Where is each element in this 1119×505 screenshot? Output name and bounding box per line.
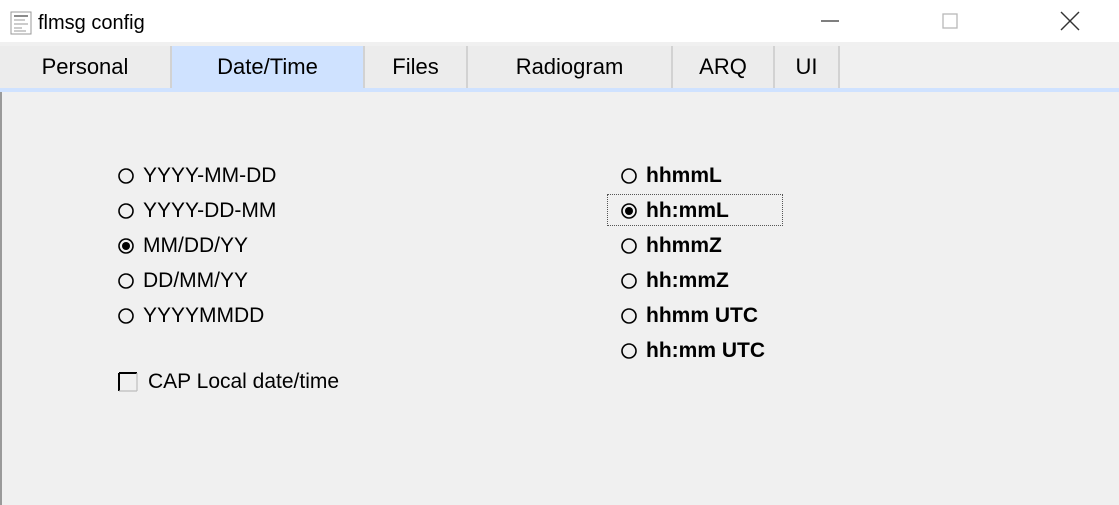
radio-icon: [118, 308, 134, 324]
close-button[interactable]: [1030, 0, 1110, 42]
date-format-yyyymmdd[interactable]: YYYYMMDD: [115, 302, 264, 330]
option-label: MM/DD/YY: [143, 234, 248, 257]
time-format-hhmm-utc[interactable]: hhmm UTC: [618, 302, 758, 330]
cap-local-checkbox[interactable]: CAP Local date/time: [118, 368, 339, 396]
radio-icon: [621, 238, 637, 254]
close-icon: [1060, 11, 1080, 31]
tab-underline: [0, 88, 1119, 92]
app-icon: [10, 11, 32, 35]
time-format-hhmml[interactable]: hhmmL: [618, 162, 722, 190]
tab-personal[interactable]: Personal: [0, 46, 172, 88]
radio-icon: [118, 273, 134, 289]
tab-files[interactable]: Files: [365, 46, 468, 88]
maximize-button[interactable]: [910, 0, 990, 42]
option-label: hh:mm UTC: [646, 339, 765, 362]
radio-selected-icon: [118, 238, 134, 254]
minimize-icon: [821, 20, 839, 22]
date-format-yyyy-dd-mm[interactable]: YYYY-DD-MM: [115, 197, 276, 225]
option-label: hh:mmZ: [646, 269, 729, 292]
checkbox-icon: [118, 372, 138, 392]
radio-icon: [621, 168, 637, 184]
checkbox-label: CAP Local date/time: [148, 370, 340, 393]
maximize-icon: [942, 13, 958, 29]
radio-icon: [621, 343, 637, 359]
time-format-hh-mml[interactable]: hh:mmL: [618, 197, 729, 225]
option-label: YYYY-MM-DD: [143, 164, 277, 187]
option-label: YYYY-DD-MM: [143, 199, 277, 222]
time-format-hh-mmz[interactable]: hh:mmZ: [618, 267, 729, 295]
date-format-dd-mm-yy[interactable]: DD/MM/YY: [115, 267, 248, 295]
tab-arq[interactable]: ARQ: [673, 46, 775, 88]
radio-icon: [621, 273, 637, 289]
title-bar[interactable]: flmsg config: [0, 0, 1119, 42]
option-label: hhmmL: [646, 164, 722, 187]
time-format-hh-mm-utc[interactable]: hh:mm UTC: [618, 337, 765, 365]
option-label: hhmmZ: [646, 234, 722, 257]
radio-selected-icon: [621, 203, 637, 219]
tab-date-time[interactable]: Date/Time: [172, 46, 365, 88]
option-label: hhmm UTC: [646, 304, 758, 327]
date-format-yyyy-mm-dd[interactable]: YYYY-MM-DD: [115, 162, 276, 190]
panel-border: [0, 92, 2, 505]
flmsg-config-window: flmsg config Personal Date/Time Files Ra…: [0, 0, 1119, 505]
tab-radiogram[interactable]: Radiogram: [468, 46, 673, 88]
radio-icon: [118, 168, 134, 184]
tab-ui[interactable]: UI: [775, 46, 840, 88]
tab-bar: Personal Date/Time Files Radiogram ARQ U…: [0, 46, 1119, 88]
option-label: DD/MM/YY: [143, 269, 248, 292]
option-label: YYYYMMDD: [143, 304, 265, 327]
window-title: flmsg config: [38, 12, 145, 34]
radio-icon: [118, 203, 134, 219]
option-label: hh:mmL: [646, 199, 729, 222]
radio-icon: [621, 308, 637, 324]
date-format-mm-dd-yy[interactable]: MM/DD/YY: [115, 232, 248, 260]
time-format-hhmmz[interactable]: hhmmZ: [618, 232, 722, 260]
minimize-button[interactable]: [790, 0, 870, 42]
